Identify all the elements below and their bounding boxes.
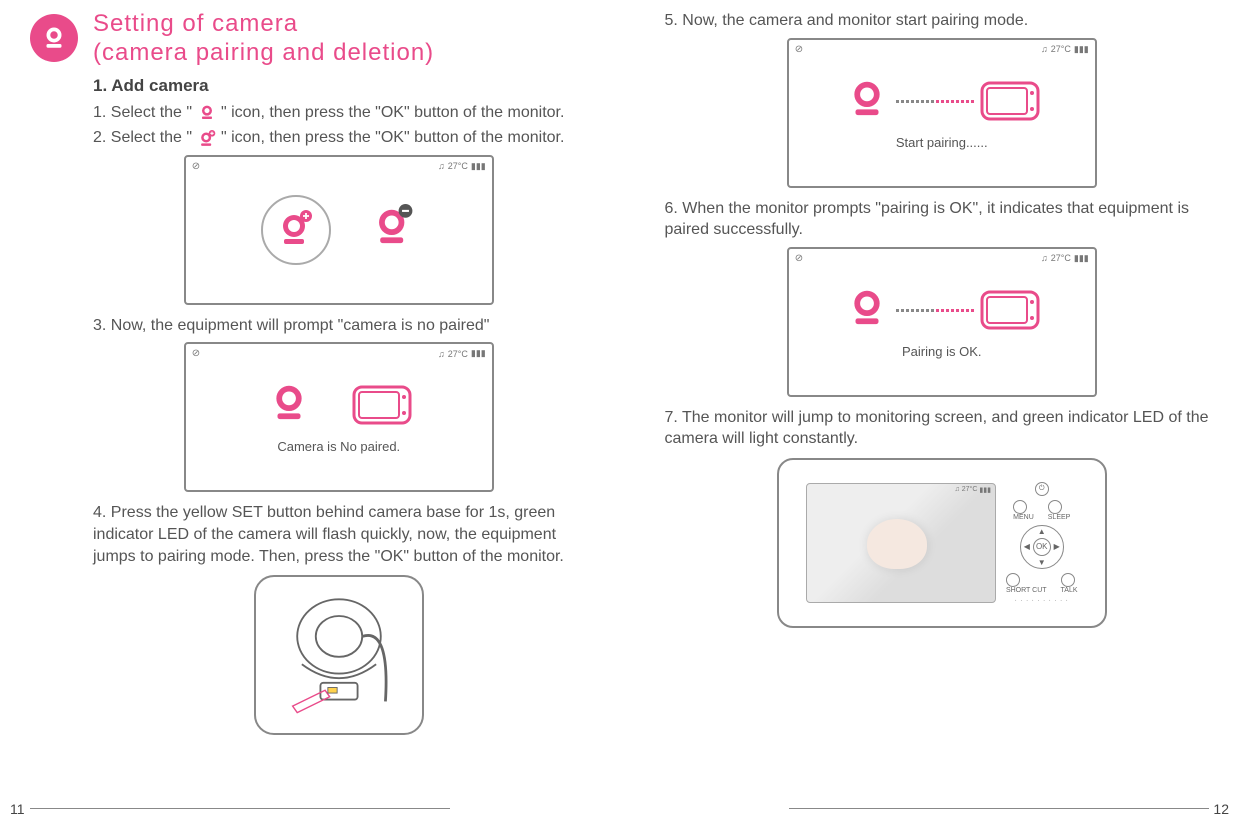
battery-icon: ▮▮▮	[1074, 44, 1089, 55]
pairing-dots-icon	[896, 100, 974, 103]
monitor-device-illustration: ♫ 27°C ▮▮▮ ⏻ MENU SLEEP	[777, 458, 1107, 628]
section-heading: 1. Add camera	[93, 76, 585, 96]
status-bar: ♫ 27°C ▮▮▮	[438, 161, 486, 172]
music-icon: ♫	[1041, 44, 1048, 54]
screen-add-remove: ⊘ ♫ 27°C ▮▮▮	[184, 155, 494, 305]
battery-icon: ▮▮▮	[1074, 253, 1089, 264]
step-7: 7. The monitor will jump to monitoring s…	[665, 407, 1220, 450]
battery-icon: ▮▮▮	[471, 161, 486, 172]
header-camera-icon	[30, 14, 78, 62]
camera-icon	[844, 76, 890, 127]
wifi-off-icon: ⊘	[192, 161, 200, 172]
dpad-icon: ▲ ▼ ◀ ▶ OK	[1020, 525, 1064, 569]
monitor-icon	[980, 79, 1040, 124]
monitor-icon	[352, 383, 412, 428]
step-2: 2. Select the " " icon, then press the "…	[93, 127, 585, 149]
no-paired-label: Camera is No paired.	[277, 439, 400, 454]
menu-button-icon	[1013, 500, 1027, 514]
music-icon: ♫	[1041, 253, 1048, 263]
status-bar: ♫ 27°C ▮▮▮	[1041, 44, 1089, 55]
footer-rule	[789, 808, 1209, 809]
speaker-grill-icon: · · · · · · · · · ·	[1015, 598, 1069, 604]
step-6: 6. When the monitor prompts "pairing is …	[665, 198, 1220, 241]
camera-back-illustration	[254, 575, 424, 735]
wifi-off-icon: ⊘	[192, 348, 200, 359]
shortcut-button-icon	[1006, 573, 1020, 587]
camera-icon	[266, 380, 312, 431]
remove-camera-icon	[371, 204, 417, 255]
step-5: 5. Now, the camera and monitor start pai…	[665, 10, 1220, 32]
page-number-right: 12	[1213, 801, 1229, 817]
temp-badge: 27°C	[1051, 253, 1071, 263]
step-1: 1. Select the " " icon, then press the "…	[93, 102, 585, 124]
step-4: 4. Press the yellow SET button behind ca…	[93, 502, 585, 567]
wifi-off-icon: ⊘	[795, 44, 803, 55]
footer-rule	[30, 808, 450, 809]
talk-button-icon	[1061, 573, 1075, 587]
page-title-line2: (camera pairing and deletion)	[93, 39, 434, 68]
baby-screen-image: ♫ 27°C ▮▮▮	[806, 483, 996, 603]
temp-badge: 27°C	[1051, 44, 1071, 54]
talk-label: TALK	[1061, 587, 1078, 594]
pairing-ok-label: Pairing is OK.	[902, 344, 981, 359]
music-icon: ♫	[438, 161, 445, 171]
status-bar: ♫ 27°C ▮▮▮	[1041, 253, 1089, 264]
shortcut-label: SHORT CUT	[1006, 587, 1047, 594]
screen-no-paired: ⊘ ♫ 27°C ▮▮▮ Camera is No pai	[184, 342, 494, 492]
sleep-label: SLEEP	[1048, 514, 1071, 521]
battery-icon: ▮▮▮	[471, 348, 486, 359]
screen-pairing-ok: ⊘ ♫ 27°C ▮▮▮ Pairing is	[787, 247, 1097, 397]
temp-badge: 27°C	[448, 161, 468, 171]
page-number-left: 11	[10, 801, 25, 817]
screen-start-pairing: ⊘ ♫ 27°C ▮▮▮ Start pairi	[787, 38, 1097, 188]
pairing-dots-icon	[896, 309, 974, 312]
step-3: 3. Now, the equipment will prompt "camer…	[93, 315, 585, 337]
sleep-button-icon	[1048, 500, 1062, 514]
music-icon: ♫	[438, 349, 445, 359]
start-pairing-label: Start pairing......	[896, 135, 988, 150]
status-bar: ♫ 27°C ▮▮▮	[438, 348, 486, 359]
add-camera-icon	[261, 195, 331, 265]
camera-plus-icon	[197, 130, 217, 146]
camera-icon	[197, 104, 217, 120]
monitor-icon	[980, 288, 1040, 333]
wifi-off-icon: ⊘	[795, 253, 803, 264]
power-icon: ⏻	[1035, 482, 1049, 496]
page-title-line1: Setting of camera	[93, 10, 434, 39]
camera-icon	[844, 285, 890, 336]
menu-label: MENU	[1013, 514, 1034, 521]
ok-label: OK	[1033, 538, 1051, 556]
temp-badge: 27°C	[448, 349, 468, 359]
